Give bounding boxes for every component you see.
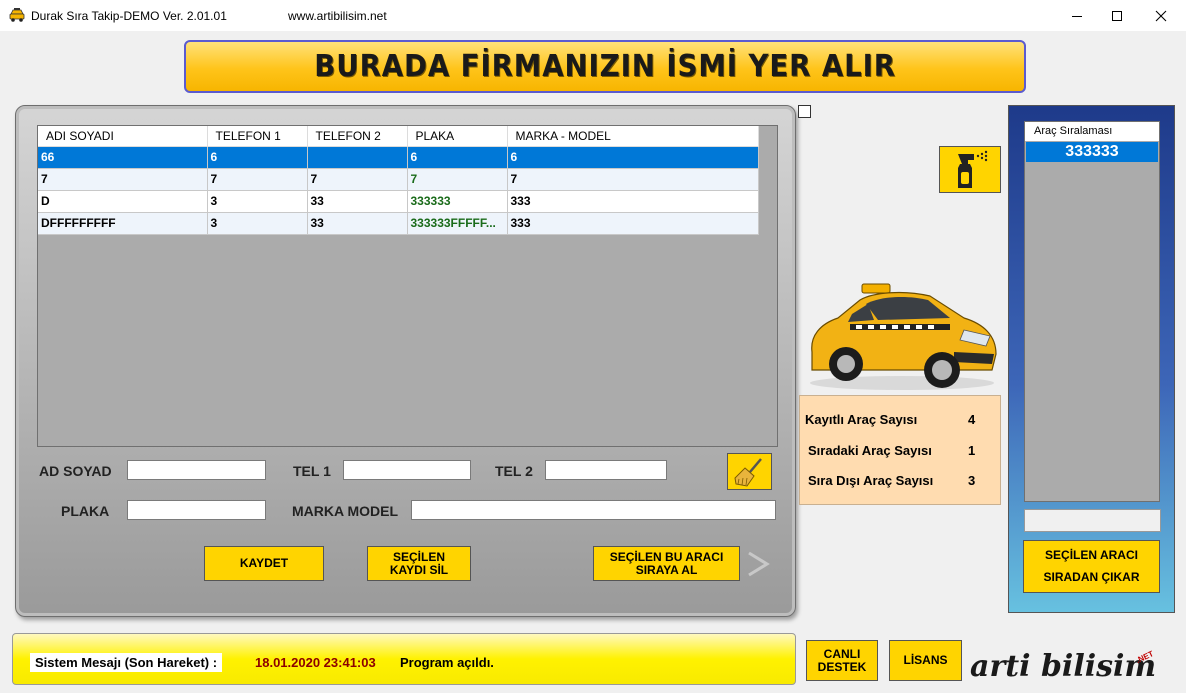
- table-row[interactable]: DFFFFFFFFF 3 33 333333FFFFF... 333: [38, 212, 759, 235]
- column-header[interactable]: ADI SOYADI: [38, 126, 208, 147]
- table-cell[interactable]: 333333: [407, 190, 508, 213]
- plaka-input[interactable]: [127, 500, 266, 520]
- tel1-label: TEL 1: [293, 463, 331, 479]
- table-cell[interactable]: 333333FFFFF...: [407, 212, 508, 235]
- table-cell[interactable]: 3: [207, 212, 308, 235]
- system-message-timestamp: 18.01.2020 23:41:03: [255, 655, 376, 670]
- table-cell[interactable]: 6: [207, 146, 308, 169]
- column-header[interactable]: TELEFON 2: [307, 126, 408, 147]
- column-header[interactable]: MARKA - MODEL: [507, 126, 759, 147]
- taxi-icon: [9, 8, 25, 22]
- registered-count-value: 4: [968, 412, 976, 427]
- minimize-icon: [1072, 15, 1082, 17]
- table-row[interactable]: D 3 33 333333 333: [38, 190, 759, 213]
- window-title: Durak Sıra Takip-DEMO Ver. 2.01.01: [31, 9, 227, 23]
- table-cell[interactable]: DFFFFFFFFF: [38, 212, 208, 235]
- column-header[interactable]: PLAKA: [407, 126, 508, 147]
- table-cell[interactable]: 6: [407, 146, 508, 169]
- table-cell[interactable]: 33: [307, 212, 408, 235]
- clean-button[interactable]: [939, 146, 1001, 193]
- queue-list-header: Araç Sıralaması: [1025, 122, 1159, 141]
- out-of-queue-count-label: Sıra Dışı Araç Sayısı: [808, 473, 934, 488]
- delete-record-button[interactable]: SEÇİLEN KAYDI SİL: [367, 546, 471, 581]
- queue-list-item[interactable]: 333333: [1026, 142, 1158, 162]
- table-cell[interactable]: 7: [38, 168, 208, 191]
- ad-soyad-input[interactable]: [127, 460, 266, 480]
- vehicle-table: ADI SOYADI TELEFON 1 TELEFON 2 PLAKA MAR…: [38, 126, 759, 235]
- kaydet-button[interactable]: KAYDET: [204, 546, 324, 581]
- company-banner: BURADA FİRMANIZIN İSMİ YER ALIR: [184, 40, 1026, 93]
- close-icon: [1155, 10, 1167, 21]
- maximize-icon: [1112, 10, 1122, 21]
- table-row[interactable]: 66 6 6 6: [38, 146, 759, 169]
- queue-count-label: Sıradaki Araç Sayısı: [808, 443, 932, 458]
- table-cell[interactable]: D: [38, 190, 208, 213]
- system-message-text: Program açıldı.: [400, 655, 494, 670]
- table-cell[interactable]: 6: [507, 146, 759, 169]
- table-cell[interactable]: 333: [507, 212, 759, 235]
- registered-count-label: Kayıtlı Araç Sayısı: [805, 412, 918, 427]
- system-message-label: Sistem Mesajı (Son Hareket) :: [30, 653, 223, 672]
- tel2-input[interactable]: [545, 460, 667, 480]
- table-cell[interactable]: 3: [207, 190, 308, 213]
- logo-text: arti bilisim: [970, 649, 1156, 684]
- close-button[interactable]: [1138, 0, 1184, 31]
- queue-list[interactable]: [1024, 121, 1160, 502]
- marka-model-input[interactable]: [411, 500, 776, 520]
- table-cell[interactable]: 7: [207, 168, 308, 191]
- banner-text: BURADA FİRMANIZIN İSMİ YER ALIR: [314, 49, 896, 84]
- marka-model-label: MARKA MODEL: [292, 503, 399, 519]
- window-url: www.artibilisim.net: [288, 9, 387, 23]
- tel2-label: TEL 2: [495, 463, 533, 479]
- license-button[interactable]: LİSANS: [889, 640, 962, 681]
- clear-form-button[interactable]: [727, 453, 772, 490]
- option-checkbox[interactable]: [798, 105, 811, 118]
- queue-input[interactable]: [1024, 509, 1161, 532]
- title-bar: Durak Sıra Takip-DEMO Ver. 2.01.01 www.a…: [0, 0, 1186, 31]
- broom-icon: [733, 457, 762, 487]
- table-cell[interactable]: 7: [507, 168, 759, 191]
- tel1-input[interactable]: [343, 460, 471, 480]
- table-cell[interactable]: 66: [38, 146, 208, 169]
- queue-count-value: 1: [968, 443, 976, 458]
- arti-bilisim-logo: arti bilisim .NET: [970, 649, 1156, 684]
- table-header-row: ADI SOYADI TELEFON 1 TELEFON 2 PLAKA MAR…: [38, 126, 759, 147]
- table-cell[interactable]: 333: [507, 190, 759, 213]
- column-header[interactable]: TELEFON 1: [207, 126, 308, 147]
- table-cell[interactable]: 7: [407, 168, 508, 191]
- ad-soyad-label: AD SOYAD: [39, 463, 112, 479]
- out-of-queue-count-value: 3: [968, 473, 976, 488]
- table-cell[interactable]: 7: [307, 168, 408, 191]
- plaka-label: PLAKA: [61, 503, 110, 519]
- remove-from-queue-button[interactable]: SEÇİLEN ARACI SIRADAN ÇIKAR: [1023, 540, 1160, 593]
- live-support-button[interactable]: CANLI DESTEK: [806, 640, 878, 681]
- table-row[interactable]: 7 7 7 7 7: [38, 168, 759, 191]
- table-cell[interactable]: 33: [307, 190, 408, 213]
- maximize-button[interactable]: [1094, 0, 1140, 31]
- chevron-right-icon[interactable]: [745, 550, 771, 578]
- table-cell[interactable]: [307, 146, 408, 169]
- taxi-car-image: [810, 283, 997, 390]
- add-to-queue-button[interactable]: SEÇİLEN BU ARACI SIRAYA AL: [593, 546, 740, 581]
- spray-bottle-icon: [958, 150, 988, 188]
